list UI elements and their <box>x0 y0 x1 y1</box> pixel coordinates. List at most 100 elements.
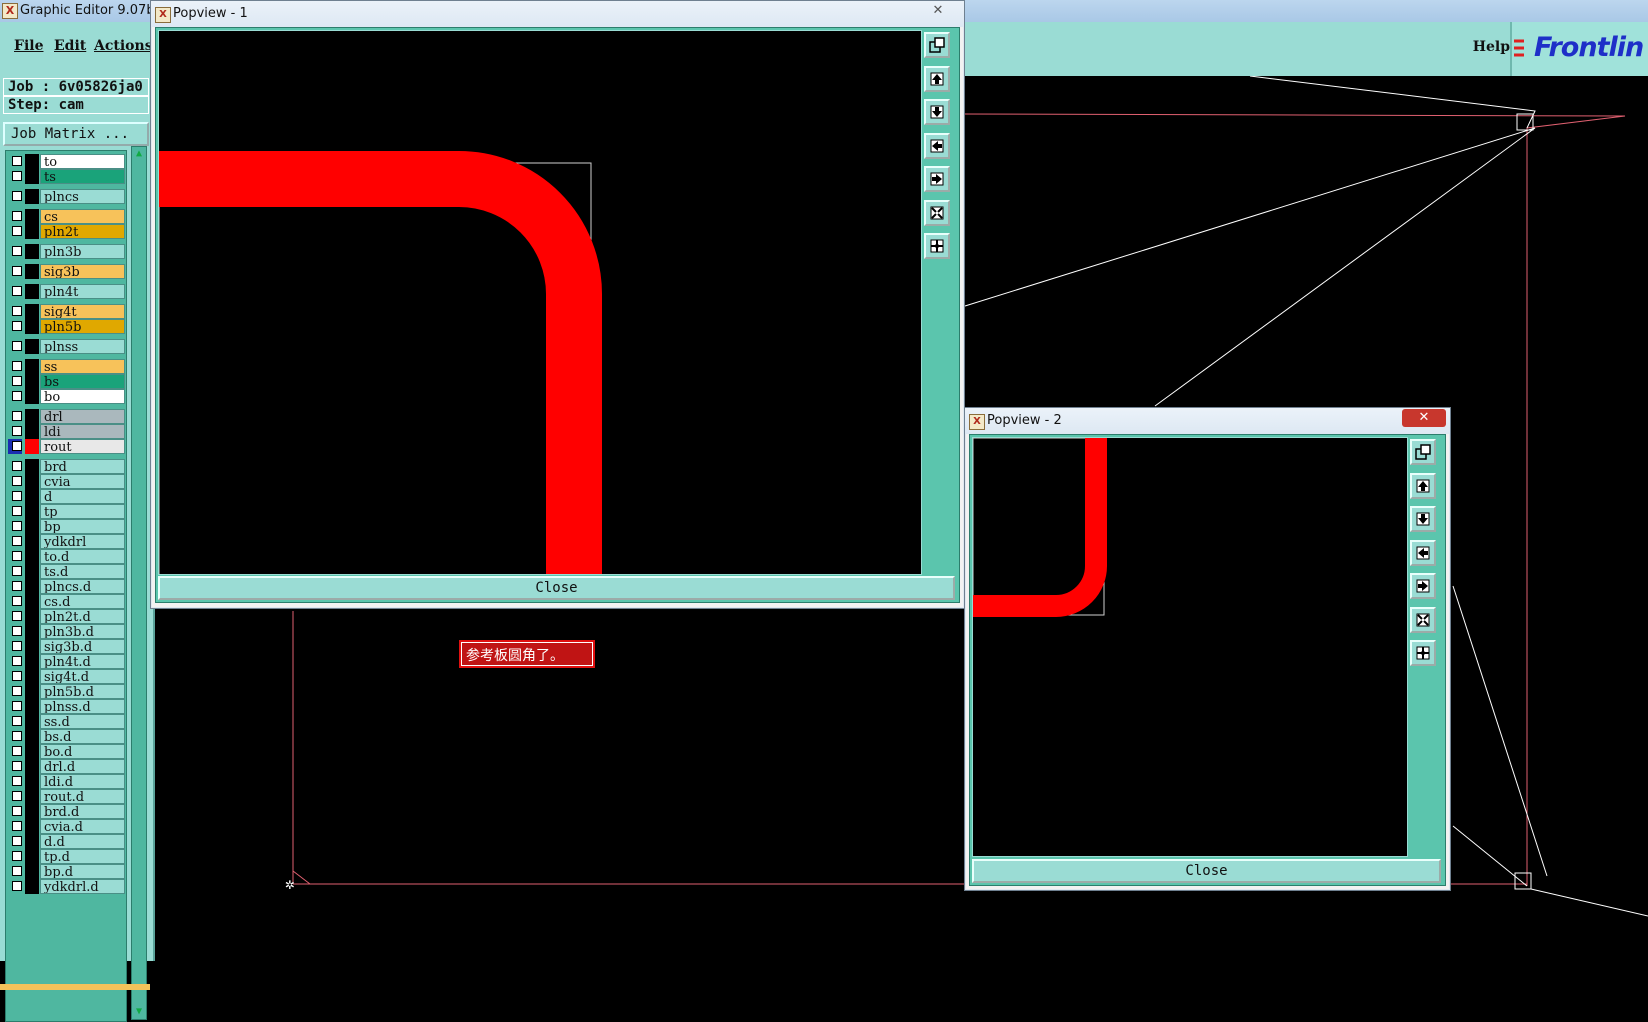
layer-checkbox[interactable] <box>12 361 22 371</box>
zoom-fit-icon[interactable] <box>1410 606 1436 633</box>
layer-row-pln2t[interactable]: pln2t <box>8 224 126 239</box>
pan-right-icon[interactable] <box>1410 573 1436 599</box>
zoom-center-icon[interactable] <box>924 233 950 259</box>
layer-checkbox[interactable] <box>12 701 22 711</box>
layer-checkbox[interactable] <box>12 581 22 591</box>
layer-row-pln2t-d[interactable]: pln2t.d <box>8 609 126 624</box>
layer-checkbox[interactable] <box>12 376 22 386</box>
layer-row-sig4t[interactable]: sig4t <box>8 304 126 319</box>
layer-row-bs[interactable]: bs <box>8 374 126 389</box>
layer-scrollbar[interactable]: ▲ ▼ <box>131 146 147 1020</box>
layer-row-ydkdrl[interactable]: ydkdrl <box>8 534 126 549</box>
popview-2-viewport[interactable] <box>972 437 1408 857</box>
popview-1-close-button[interactable]: Close <box>158 576 955 600</box>
layer-checkbox[interactable] <box>12 881 22 891</box>
layer-row-d-d[interactable]: d.d <box>8 834 126 849</box>
layer-checkbox[interactable] <box>12 476 22 486</box>
pan-left-icon[interactable] <box>924 132 950 159</box>
zoom-center-icon[interactable] <box>1410 640 1436 666</box>
layer-checkbox[interactable] <box>12 596 22 606</box>
layer-row-tp[interactable]: tp <box>8 504 126 519</box>
layer-checkbox[interactable] <box>12 851 22 861</box>
layer-checkbox[interactable] <box>12 611 22 621</box>
pan-right-icon[interactable] <box>924 166 950 192</box>
layer-checkbox[interactable] <box>12 746 22 756</box>
layer-row-bp-d[interactable]: bp.d <box>8 864 126 879</box>
layer-row-plncs-d[interactable]: plncs.d <box>8 579 126 594</box>
layer-row-bs-d[interactable]: bs.d <box>8 729 126 744</box>
layer-checkbox[interactable] <box>12 306 22 316</box>
zoom-fit-icon[interactable] <box>924 199 950 226</box>
layer-checkbox[interactable] <box>12 791 22 801</box>
layer-row-ldi[interactable]: ldi <box>8 424 126 439</box>
layer-row-cvia-d[interactable]: cvia.d <box>8 819 126 834</box>
layer-row-bo[interactable]: bo <box>8 389 126 404</box>
layer-checkbox[interactable] <box>12 491 22 501</box>
layer-checkbox[interactable] <box>12 551 22 561</box>
layer-checkbox[interactable] <box>12 226 22 236</box>
layer-checkbox[interactable] <box>12 671 22 681</box>
scroll-down-icon[interactable]: ▼ <box>133 1006 145 1018</box>
layer-checkbox[interactable] <box>12 426 22 436</box>
layer-checkbox[interactable] <box>12 321 22 331</box>
layer-checkbox[interactable] <box>12 686 22 696</box>
layer-row-pln4t-d[interactable]: pln4t.d <box>8 654 126 669</box>
popview-1-viewport[interactable] <box>158 30 922 575</box>
layer-row-plnss-d[interactable]: plnss.d <box>8 699 126 714</box>
layer-row-drl[interactable]: drl <box>8 409 126 424</box>
layer-row-to[interactable]: to <box>8 154 126 169</box>
layer-row-d[interactable]: d <box>8 489 126 504</box>
layer-row-plnss[interactable]: plnss <box>8 339 126 354</box>
layer-row-cs-d[interactable]: cs.d <box>8 594 126 609</box>
layer-checkbox[interactable] <box>12 536 22 546</box>
layer-checkbox[interactable] <box>12 266 22 276</box>
layer-row-pln5b-d[interactable]: pln5b.d <box>8 684 126 699</box>
popview-2-close-icon[interactable]: ✕ <box>1402 409 1446 427</box>
layer-checkbox[interactable] <box>12 806 22 816</box>
zoom-window-icon[interactable] <box>1410 439 1436 465</box>
layer-checkbox[interactable] <box>12 821 22 831</box>
layer-row-rout[interactable]: rout <box>8 439 126 454</box>
pan-down-icon[interactable] <box>924 99 950 125</box>
layer-checkbox[interactable] <box>12 866 22 876</box>
layer-row-plncs[interactable]: plncs <box>8 189 126 204</box>
popview-2-titlebar[interactable]: X Popview - 2 ✕ <box>965 408 1450 434</box>
layer-row-ts-d[interactable]: ts.d <box>8 564 126 579</box>
layer-row-ldi-d[interactable]: ldi.d <box>8 774 126 789</box>
layer-checkbox[interactable] <box>12 641 22 651</box>
layer-row-pln3b[interactable]: pln3b <box>8 244 126 259</box>
layer-row-cvia[interactable]: cvia <box>8 474 126 489</box>
layer-row-rout-d[interactable]: rout.d <box>8 789 126 804</box>
layer-row-pln3b-d[interactable]: pln3b.d <box>8 624 126 639</box>
layer-row-bp[interactable]: bp <box>8 519 126 534</box>
layer-row-brd-d[interactable]: brd.d <box>8 804 126 819</box>
layer-checkbox[interactable] <box>12 461 22 471</box>
layer-checkbox[interactable] <box>12 761 22 771</box>
zoom-window-icon[interactable] <box>924 32 950 58</box>
layer-row-cs[interactable]: cs <box>8 209 126 224</box>
layer-checkbox[interactable] <box>12 836 22 846</box>
layer-checkbox[interactable] <box>12 521 22 531</box>
layer-row-to-d[interactable]: to.d <box>8 549 126 564</box>
layer-row-tp-d[interactable]: tp.d <box>8 849 126 864</box>
popview-2-close-button[interactable]: Close <box>972 859 1441 883</box>
pan-down-icon[interactable] <box>1410 506 1436 532</box>
menu-edit[interactable]: Edit <box>54 38 86 54</box>
layer-row-sig3b[interactable]: sig3b <box>8 264 126 279</box>
layer-checkbox[interactable] <box>12 391 22 401</box>
layer-checkbox[interactable] <box>12 191 22 201</box>
layer-checkbox[interactable] <box>12 156 22 166</box>
pan-up-icon[interactable] <box>1410 472 1436 499</box>
menu-help[interactable]: Help <box>1473 39 1510 55</box>
menu-file[interactable]: File <box>14 38 43 54</box>
layer-row-bo-d[interactable]: bo.d <box>8 744 126 759</box>
layer-checkbox[interactable] <box>12 171 22 181</box>
layer-checkbox[interactable] <box>12 286 22 296</box>
layer-checkbox[interactable] <box>12 441 22 451</box>
layer-checkbox[interactable] <box>12 411 22 421</box>
layer-checkbox[interactable] <box>12 341 22 351</box>
layer-checkbox[interactable] <box>12 506 22 516</box>
pan-up-icon[interactable] <box>924 65 950 92</box>
layer-checkbox[interactable] <box>12 656 22 666</box>
layer-row-pln5b[interactable]: pln5b <box>8 319 126 334</box>
